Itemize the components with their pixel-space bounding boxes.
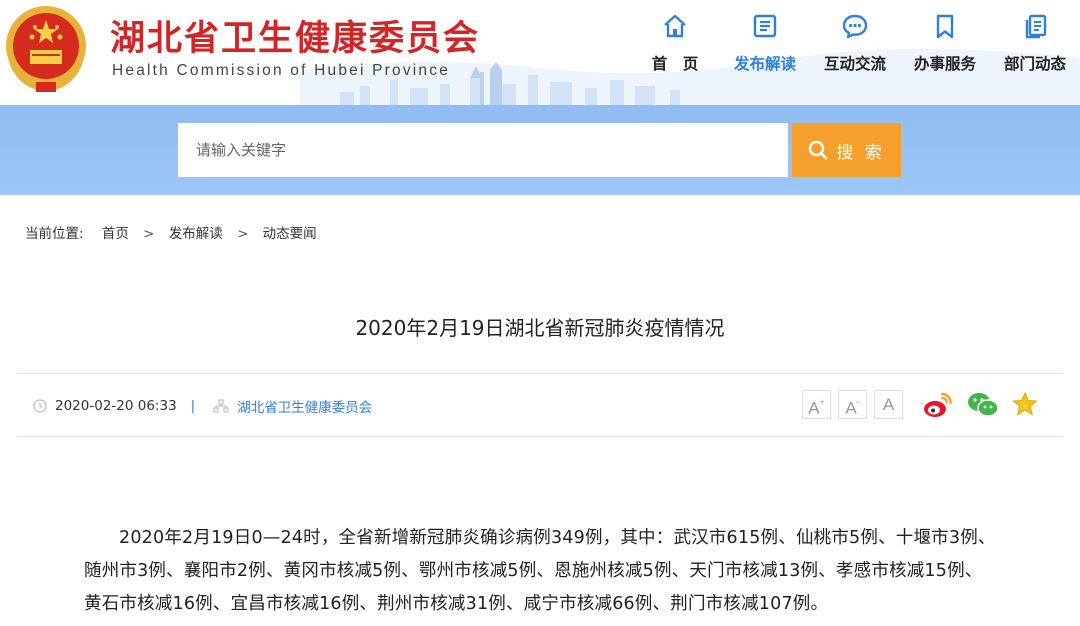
- breadcrumb: 当前位置: 首页 > 发布解读 > 动态要闻: [25, 222, 317, 242]
- font-increase-button[interactable]: A+: [802, 390, 831, 419]
- copy-document-icon: [1025, 14, 1047, 39]
- nav-item-interaction[interactable]: 互动交流: [810, 8, 900, 88]
- nav-label: 互动交流: [823, 55, 886, 73]
- favorite-star-icon[interactable]: [1011, 390, 1039, 418]
- article-meta-bar: 2020-02-20 06:33 | 湖北省卫生健康委员会 A+ A- A: [17, 373, 1063, 437]
- search-button-label: 搜 索: [836, 142, 885, 163]
- wechat-icon[interactable]: [966, 390, 1000, 420]
- breadcrumb-link-releases[interactable]: 发布解读: [169, 222, 223, 242]
- site-title: 湖北省卫生健康委员会: [110, 19, 481, 59]
- search-icon: [809, 140, 828, 160]
- document-list-icon: [753, 14, 777, 38]
- bookmark-icon: [936, 14, 954, 39]
- chat-bubble-icon: [842, 14, 868, 39]
- search-input[interactable]: [178, 123, 788, 177]
- breadcrumb-link-home[interactable]: 首页: [102, 222, 129, 242]
- nav-item-releases[interactable]: 发布解读: [720, 8, 810, 88]
- nav-label: 部门动态: [1003, 55, 1066, 73]
- nav-label: 首 页: [651, 55, 699, 73]
- nav-item-services[interactable]: 办事服务: [900, 8, 990, 88]
- main-nav: 首 页 发布解读 互动交流 办事服务 部门动态: [630, 8, 1080, 88]
- font-decrease-button[interactable]: A-: [838, 390, 867, 419]
- national-emblem-logo: [6, 6, 86, 92]
- nav-item-home[interactable]: 首 页: [630, 8, 720, 88]
- site-subtitle: Health Commission of Hubei Province: [112, 62, 451, 79]
- nav-label: 发布解读: [733, 55, 796, 73]
- breadcrumb-label: 当前位置:: [25, 226, 84, 242]
- clock-icon: [33, 399, 47, 413]
- article-title: 2020年2月19日湖北省新冠肺炎疫情情况: [355, 316, 725, 340]
- nav-item-department-news[interactable]: 部门动态: [990, 8, 1080, 88]
- nav-label: 办事服务: [913, 55, 976, 73]
- organization-icon: [213, 399, 229, 413]
- home-icon: [664, 14, 686, 38]
- article-body: 2020年2月19日0—24时，全省新增新冠肺炎确诊病例349例，其中：武汉市6…: [84, 528, 996, 614]
- breadcrumb-separator: >: [237, 226, 249, 242]
- meta-divider: |: [190, 398, 196, 414]
- article-meta: 2020-02-20 06:33 | 湖北省卫生健康委员会: [33, 396, 372, 416]
- weibo-icon[interactable]: [922, 390, 954, 420]
- breadcrumb-separator: >: [143, 226, 155, 242]
- site-header: 湖北省卫生健康委员会 Health Commission of Hubei Pr…: [0, 0, 1080, 105]
- search-band: 搜 索: [0, 105, 1080, 195]
- search-button[interactable]: 搜 索: [792, 123, 901, 177]
- publish-date: 2020-02-20 06:33: [55, 398, 177, 414]
- breadcrumb-link-news[interactable]: 动态要闻: [263, 222, 317, 242]
- article-source[interactable]: 湖北省卫生健康委员会: [237, 396, 372, 416]
- font-reset-button[interactable]: A: [874, 390, 903, 419]
